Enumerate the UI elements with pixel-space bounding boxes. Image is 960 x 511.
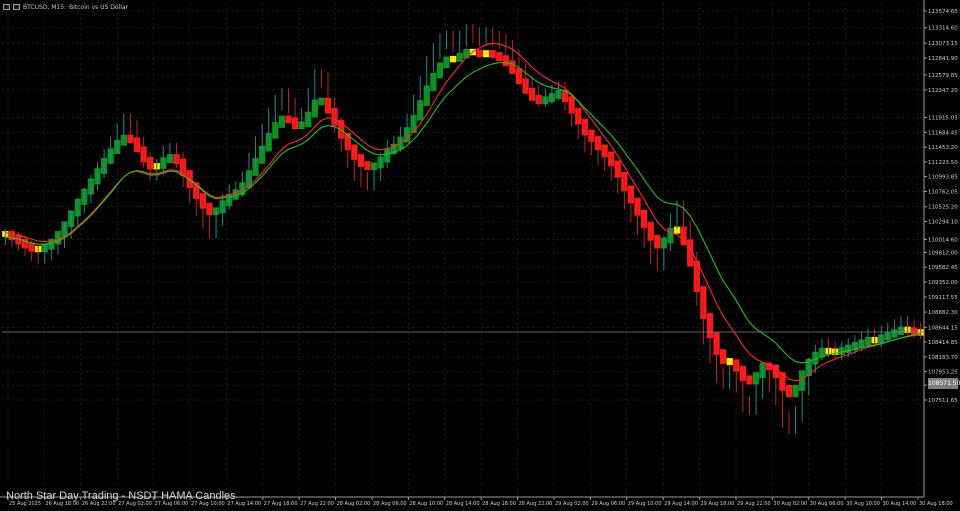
y-tick-label-4: 112579.85 xyxy=(928,73,958,79)
hama-candle-75 xyxy=(496,52,503,62)
y-tick-label-1: 113314.60 xyxy=(928,26,958,32)
hama-candle-120 xyxy=(792,385,799,398)
moving-averages xyxy=(5,42,921,382)
x-tick-label-14: 28 Aug 22:00 xyxy=(519,501,553,507)
x-tick-label-25: 30 Aug 18:00 xyxy=(919,501,953,507)
hama-candle-110 xyxy=(726,358,733,366)
ma-fast-line xyxy=(5,62,921,364)
y-tick-label-8: 111453.20 xyxy=(928,145,958,151)
y-tick-label-22: 108183.70 xyxy=(928,355,958,361)
grid xyxy=(2,3,924,497)
x-tick-label-19: 29 Aug 18:00 xyxy=(701,501,735,507)
x-tick-label-7: 27 Aug 18:00 xyxy=(264,501,298,507)
y-tick-label-0: 113574.65 xyxy=(928,9,958,15)
chart-header: BTCUSD, M15: Bitcoin vs US Dollar xyxy=(3,2,128,12)
y-tick-label-11: 110762.05 xyxy=(928,189,958,195)
hama-candle-66 xyxy=(436,62,444,79)
hama-candle-42 xyxy=(278,115,286,128)
hama-candle-19 xyxy=(127,134,134,144)
hama-candle-48 xyxy=(318,97,325,106)
x-tick-label-24: 30 Aug 14:00 xyxy=(883,501,917,507)
y-tick-label-23: 107953.25 xyxy=(928,370,958,376)
x-tick-label-9: 28 Aug 02:00 xyxy=(337,501,371,507)
x-tick-label-17: 29 Aug 10:00 xyxy=(628,501,662,507)
x-tick-label-13: 28 Aug 18:00 xyxy=(482,501,516,507)
y-tick-label-16: 109582.45 xyxy=(928,265,958,271)
hama-candle-68 xyxy=(449,55,457,63)
y-tick-label-13: 110294.10 xyxy=(928,220,958,226)
hama-candle-65 xyxy=(430,72,437,92)
hama-candle-113 xyxy=(746,375,753,385)
x-tick-label-16: 29 Aug 06:00 xyxy=(591,501,625,507)
y-tick-label-20: 108644.15 xyxy=(928,325,958,331)
y-tick-label-18: 109117.55 xyxy=(928,295,958,301)
y-tick-label-19: 108882.30 xyxy=(928,310,958,316)
hama-candle-114 xyxy=(752,372,760,385)
x-tick-label-23: 30 Aug 10:00 xyxy=(846,501,880,507)
chart-plot: 113574.65 113314.60 113073.15 112841.90 1125… xyxy=(0,0,958,507)
hama-candle-117 xyxy=(772,364,779,378)
y-tick-label-7: 111684.45 xyxy=(928,130,958,136)
hama-candles xyxy=(2,48,924,398)
y-tick-label-2: 113073.15 xyxy=(928,41,958,47)
hama-candle-99 xyxy=(654,234,661,249)
indicator-watermark: North Star Day Trading - NSDT HAMA Candl… xyxy=(6,490,236,502)
x-tick-label-12: 28 Aug 14:00 xyxy=(446,501,480,507)
chart-root: 113574.65 113314.60 113073.15 112841.90 1125… xyxy=(0,0,960,511)
x-tick-label-15: 29 Aug 02:00 xyxy=(555,501,589,507)
hama-candle-109 xyxy=(720,349,727,364)
chart-symbol: BTCUSD, M15: xyxy=(23,3,67,11)
hama-candle-55 xyxy=(364,161,371,171)
y-tick-label-25: 107511.65 xyxy=(928,398,958,404)
x-tick-label-20: 29 Aug 22:00 xyxy=(737,501,771,507)
y-tick-label-12: 110525.20 xyxy=(928,205,958,211)
hama-candle-31 xyxy=(206,202,213,216)
y-tick-label-9: 111223.50 xyxy=(928,160,958,166)
y-tick-label-5: 112347.20 xyxy=(928,88,958,94)
x-tick-label-18: 29 Aug 14:00 xyxy=(664,501,698,507)
hama-candle-119 xyxy=(785,385,793,398)
y-tick-label-10: 110993.85 xyxy=(928,175,958,181)
chart-description: Bitcoin vs US Dollar xyxy=(69,3,129,11)
x-tick-label-8: 27 Aug 22:00 xyxy=(300,501,334,507)
hama-candle-72 xyxy=(476,49,483,58)
x-tick-label-22: 30 Aug 06:00 xyxy=(810,501,844,507)
x-tick-label-10: 28 Aug 06:00 xyxy=(373,501,407,507)
candle-chart-icon[interactable] xyxy=(13,4,20,10)
x-tick-label-11: 28 Aug 10:00 xyxy=(409,501,443,507)
flag-icon[interactable] xyxy=(3,4,10,10)
x-tick-label-21: 30 Aug 02:00 xyxy=(773,501,807,507)
hama-candle-76 xyxy=(502,55,509,67)
hama-candle-41 xyxy=(272,122,279,139)
y-tick-label-14: 110014.60 xyxy=(928,237,958,243)
ma-slow-line xyxy=(5,42,921,382)
y-tick-label-6: 111915.05 xyxy=(928,116,958,122)
hama-candle-67 xyxy=(443,56,450,69)
axes: 113574.65 113314.60 113073.15 112841.90 1125… xyxy=(0,0,958,507)
y-tick-label-15: 109812.00 xyxy=(928,250,958,256)
hama-candle-43 xyxy=(285,115,292,124)
hama-candle-54 xyxy=(357,154,365,167)
hama-candle-74 xyxy=(489,50,496,58)
y-tick-label-21: 108414.85 xyxy=(928,340,958,346)
hama-candle-69 xyxy=(456,52,463,62)
current-price-tag: 108571.50 xyxy=(928,378,960,389)
hama-candle-73 xyxy=(482,50,490,58)
y-tick-label-17: 109352.00 xyxy=(928,280,958,286)
y-tick-label-3: 112841.90 xyxy=(928,56,958,62)
